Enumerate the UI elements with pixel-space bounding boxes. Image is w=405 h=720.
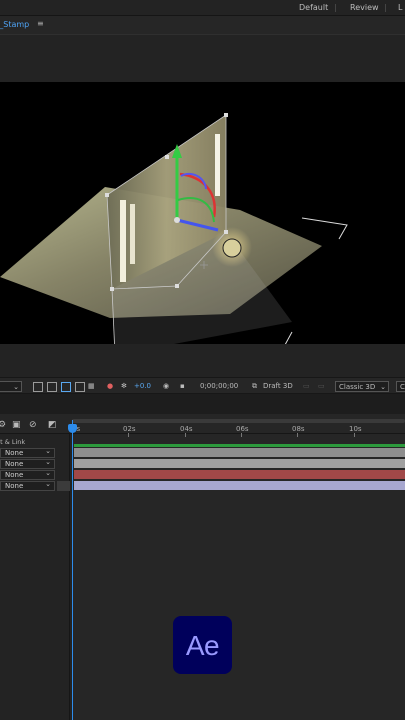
current-time-indicator[interactable]	[72, 420, 73, 720]
bbox-handle[interactable]	[110, 287, 114, 291]
grid-icon[interactable]: ▦	[88, 381, 95, 392]
bbox-handle[interactable]	[224, 230, 228, 234]
composition-tab[interactable]: 3D_Stamp	[0, 20, 29, 29]
window-left-2	[130, 204, 135, 264]
parent-value: None	[0, 480, 55, 491]
bbox-handle[interactable]	[224, 113, 228, 117]
snapshot-icon[interactable]: ◉	[163, 381, 169, 392]
ground-plane-icon[interactable]: ▭	[318, 381, 325, 392]
extended-viewer-icon[interactable]: ▭	[303, 381, 310, 392]
layer-bar-top-strip	[74, 444, 405, 447]
transparency-grid-icon[interactable]	[47, 382, 57, 392]
window-left	[120, 200, 126, 282]
magnification-dropdown[interactable]: ⌄	[0, 381, 22, 392]
region-of-interest-icon[interactable]	[33, 382, 43, 392]
layer-bar[interactable]	[74, 459, 405, 468]
bbox-handle[interactable]	[175, 284, 179, 288]
renderer-dropdown[interactable]: Classic 3D ⌄	[335, 381, 389, 392]
camera-dropdown[interactable]: C	[396, 381, 405, 392]
motion-blur-icon[interactable]: ⊘	[29, 420, 37, 430]
ruler-label: 02s	[123, 425, 136, 433]
graph-editor-icon[interactable]: ◩	[48, 420, 57, 430]
ruler-tick	[354, 433, 355, 437]
logo-text: Ae	[185, 630, 220, 661]
ruler-label: 06s	[236, 425, 249, 433]
workspace-bar: Default Review L	[0, 0, 405, 16]
layer-bar[interactable]	[74, 481, 405, 490]
parent-dropdown[interactable]: None	[0, 469, 70, 481]
layer-switch-icon[interactable]: ⚙	[0, 420, 6, 430]
channel-icon[interactable]: ●	[107, 381, 113, 392]
parent-link-header: nt & Link	[0, 438, 26, 446]
bbox-handle[interactable]	[105, 193, 109, 197]
draft-3d-icon[interactable]: ⧉	[252, 381, 257, 392]
viewer-canvas[interactable]	[0, 82, 405, 344]
workspace-review[interactable]: Review	[350, 3, 379, 12]
ruler-label: 04s	[180, 425, 193, 433]
layer-bar[interactable]	[74, 448, 405, 457]
composition-tab-row: 3D_Stamp ≡	[0, 16, 405, 34]
timeline-header: ⚙ ▣ ⊘ ◩	[0, 414, 405, 434]
parent-value: None	[0, 469, 55, 480]
renderer-mode-label: Classic 3D	[339, 383, 376, 391]
layer-bar[interactable]	[74, 470, 405, 479]
viewer-bottom-area	[0, 344, 405, 377]
parent-dropdown[interactable]: None	[0, 458, 70, 470]
ruler-tick	[297, 433, 298, 437]
workspace-divider	[385, 4, 386, 12]
selected-row-highlight	[57, 481, 70, 491]
ruler-tick	[241, 433, 242, 437]
parent-dropdown[interactable]: None	[0, 447, 70, 459]
light-icon[interactable]	[222, 238, 242, 258]
exposure-value[interactable]: +0.0	[134, 381, 151, 392]
timecode-display[interactable]: 0;00;00;00	[200, 381, 238, 392]
workspace-more[interactable]: L	[398, 3, 402, 12]
workspace-default[interactable]: Default	[299, 3, 328, 12]
draft-3d-toggle[interactable]: Draft 3D	[263, 381, 293, 392]
ruler-tick	[128, 433, 129, 437]
mask-visibility-icon[interactable]	[61, 382, 71, 392]
after-effects-logo: Ae	[173, 616, 232, 674]
frame-blend-icon[interactable]: ▣	[12, 420, 21, 430]
window-right	[215, 134, 220, 196]
tab-menu-icon[interactable]: ≡	[37, 19, 44, 28]
viewer-header-area	[0, 34, 405, 82]
show-snapshot-icon[interactable]: ▪	[180, 381, 185, 392]
guides-icon[interactable]	[75, 382, 85, 392]
workspace-divider	[335, 4, 336, 12]
work-area-bar[interactable]	[72, 419, 405, 423]
ruler-label: 10s	[349, 425, 362, 433]
composition-viewer[interactable]	[0, 82, 405, 344]
current-time-indicator-head[interactable]	[68, 424, 77, 433]
bbox-handle[interactable]	[165, 155, 169, 159]
gizmo-anchor[interactable]	[174, 217, 180, 223]
camera-frame-top	[301, 217, 348, 240]
viewer-toolbar: ⌄ ▦ ● ✻ +0.0 ◉ ▪ 0;00;00;00 ⧉ Draft 3D ▭…	[0, 377, 405, 394]
ruler-tick	[185, 433, 186, 437]
parent-value: None	[0, 447, 55, 458]
parent-value: None	[0, 458, 55, 469]
ruler-label: 08s	[292, 425, 305, 433]
color-management-icon[interactable]: ✻	[121, 381, 127, 392]
